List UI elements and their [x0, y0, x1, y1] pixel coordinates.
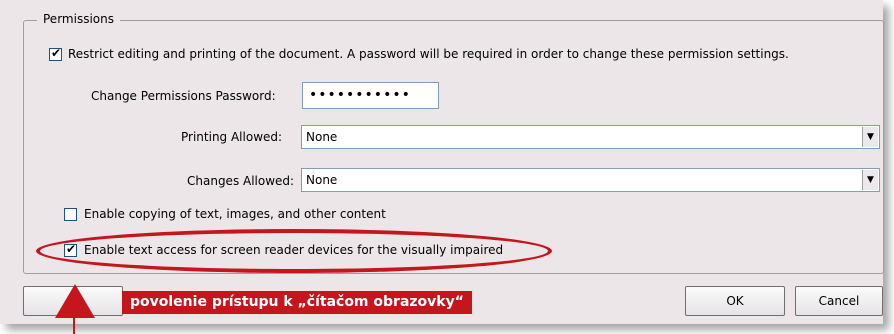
ok-button[interactable]: OK — [685, 286, 785, 316]
chevron-down-icon[interactable]: ▼ — [862, 170, 878, 190]
enable-copying-checkbox[interactable] — [64, 208, 77, 221]
printing-allowed-select[interactable]: None ▼ — [301, 125, 880, 149]
checkmark-icon: ✔ — [51, 46, 62, 60]
annotation-label: povolenie prístupu k „čítačom obrazovky“ — [122, 291, 472, 314]
chevron-down-icon[interactable]: ▼ — [862, 127, 878, 147]
printing-allowed-value: None — [306, 130, 338, 144]
security-dialog: Permissions ✔ Restrict editing and print… — [0, 0, 884, 324]
permissions-password-field[interactable]: ••••••••••• — [302, 82, 439, 109]
printing-allowed-label: Printing Allowed: — [181, 130, 283, 144]
cancel-button[interactable]: Cancel — [795, 286, 883, 316]
restrict-checkbox[interactable]: ✔ — [49, 46, 62, 61]
changes-allowed-select[interactable]: None ▼ — [301, 168, 880, 192]
changes-allowed-value: None — [306, 173, 338, 187]
arrow-up-icon — [55, 284, 95, 318]
password-label: Change Permissions Password: — [91, 89, 276, 103]
restrict-label: Restrict editing and printing of the doc… — [68, 47, 789, 61]
enable-copying-label: Enable copying of text, images, and othe… — [84, 207, 386, 221]
changes-allowed-label: Changes Allowed: — [187, 174, 295, 188]
highlight-ellipse — [36, 229, 552, 273]
permissions-legend: Permissions — [37, 12, 120, 26]
arrow-stem — [73, 318, 75, 334]
